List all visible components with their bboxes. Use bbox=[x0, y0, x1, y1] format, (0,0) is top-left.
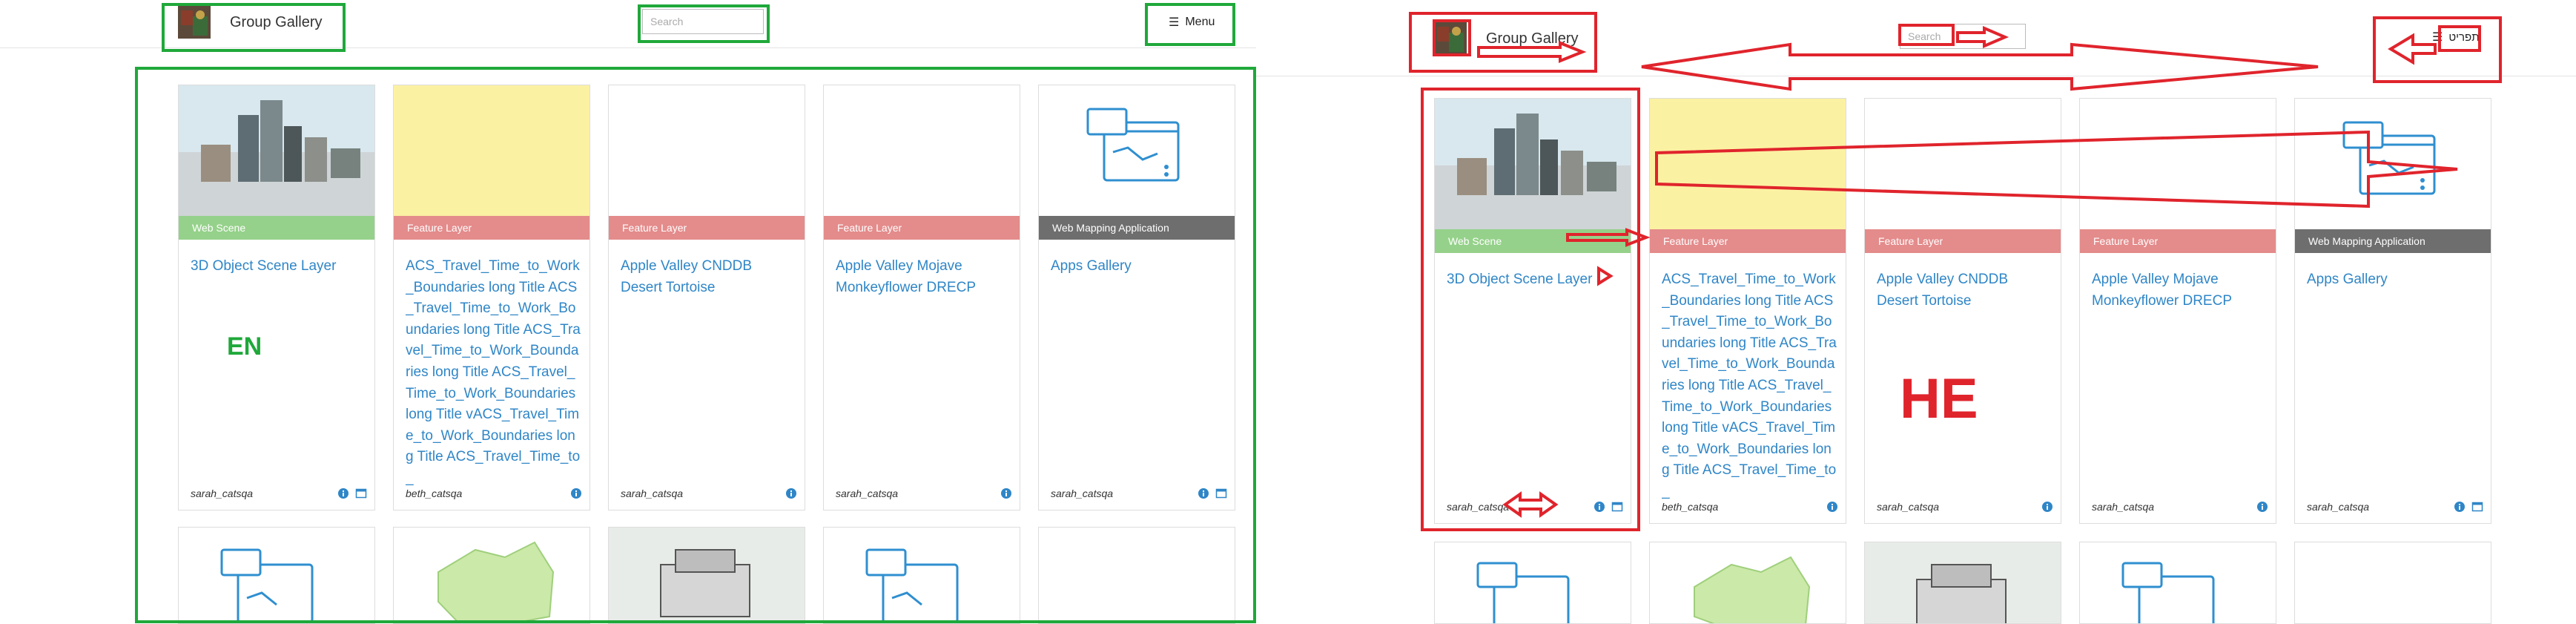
annotation-box-grid bbox=[135, 67, 1256, 623]
arrow-right-annotation bbox=[1477, 41, 1587, 63]
annotation-box-search bbox=[638, 4, 770, 43]
arrow-right-annotation bbox=[1566, 228, 1651, 247]
hebrew-layout-panel: Group Gallery Search ☰ תפריט Web Scene 3… bbox=[1256, 0, 2576, 624]
arrow-right-annotation bbox=[1597, 266, 1614, 286]
double-arrow-annotation bbox=[1502, 491, 1559, 518]
language-label-he: HE bbox=[1900, 367, 1978, 430]
language-label-en: EN bbox=[227, 332, 262, 361]
arrow-right-long-annotation bbox=[1655, 130, 2458, 208]
annotation-box-menu bbox=[1145, 3, 1235, 46]
annotation-box-brand bbox=[162, 3, 346, 52]
double-arrow-annotation bbox=[1641, 42, 2319, 91]
arrow-left-annotation bbox=[2388, 33, 2437, 65]
english-layout-panel: Group Gallery Search ☰ Menu Web Scene 3D… bbox=[0, 0, 1256, 624]
annotation-arrows bbox=[1477, 25, 2458, 518]
arrow-right-annotation bbox=[1956, 25, 2009, 49]
